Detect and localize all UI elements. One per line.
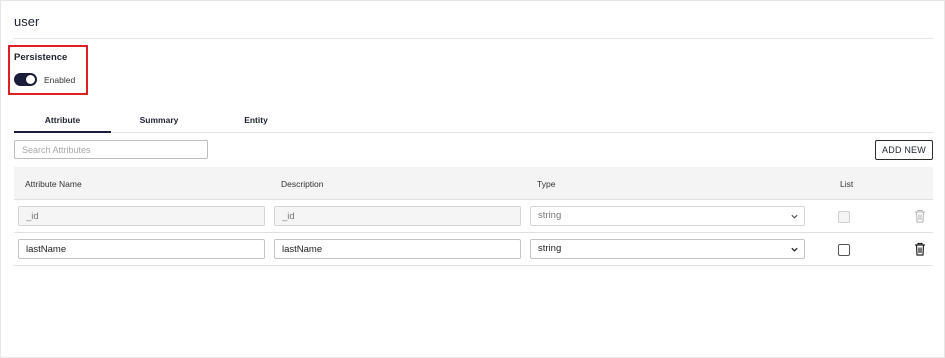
table-header: Attribute Name Description Type List [14, 167, 933, 200]
trash-icon[interactable] [914, 242, 926, 256]
type-select[interactable]: string [530, 206, 805, 226]
tab-attribute[interactable]: Attribute [14, 112, 111, 133]
header-description: Description [281, 179, 324, 189]
tab-summary[interactable]: Summary [124, 112, 194, 133]
tab-entity[interactable]: Entity [234, 112, 278, 133]
tab-bar: Attribute Summary Entity [14, 112, 933, 133]
table-row: string [14, 200, 933, 233]
chevron-down-icon [791, 247, 798, 252]
type-select-value: string [538, 210, 562, 221]
title-divider [14, 38, 933, 39]
description-field[interactable] [274, 206, 521, 226]
header-list: List [840, 179, 854, 189]
page-title: user [14, 14, 40, 29]
toggle-knob [26, 75, 35, 84]
search-input[interactable] [14, 140, 208, 159]
persistence-status-text: Enabled [44, 75, 76, 85]
description-field[interactable] [274, 239, 521, 259]
header-type: Type [537, 179, 556, 189]
attribute-name-field[interactable] [18, 206, 265, 226]
table-row: string [14, 233, 933, 266]
list-checkbox[interactable] [838, 211, 850, 223]
add-new-button[interactable]: ADD NEW [875, 140, 933, 160]
chevron-down-icon [791, 214, 798, 219]
header-attribute-name: Attribute Name [25, 179, 82, 189]
persistence-toggle[interactable] [14, 73, 37, 86]
type-select[interactable]: string [530, 239, 805, 259]
trash-icon[interactable] [914, 209, 926, 223]
list-checkbox[interactable] [838, 244, 850, 256]
type-select-value: string [538, 243, 562, 254]
attribute-name-field[interactable] [18, 239, 265, 259]
persistence-label: Persistence [14, 52, 68, 63]
